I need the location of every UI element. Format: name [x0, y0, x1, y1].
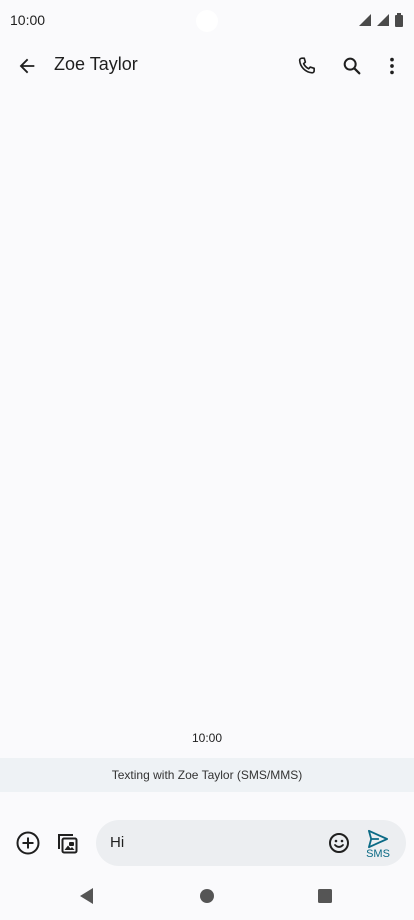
- texting-banner: Texting with Zoe Taylor (SMS/MMS): [0, 758, 414, 792]
- nav-back-icon: [80, 888, 93, 904]
- texting-banner-label: Texting with Zoe Taylor (SMS/MMS): [111, 768, 303, 782]
- emoji-button[interactable]: [319, 823, 359, 863]
- nav-back-button[interactable]: [78, 886, 96, 911]
- message-timestamp: 10:00: [191, 731, 223, 745]
- message-list[interactable]: [0, 92, 414, 758]
- nav-home-icon: [200, 889, 214, 903]
- call-button[interactable]: [287, 46, 327, 86]
- nav-recents-icon: [318, 889, 332, 903]
- phone-icon: [298, 57, 315, 74]
- system-nav-bar: [0, 876, 414, 920]
- gallery-icon: [58, 834, 78, 854]
- camera-cutout: [196, 10, 218, 32]
- nav-home-button[interactable]: [197, 886, 217, 911]
- add-circle-icon: [16, 831, 40, 855]
- send-button[interactable]: SMS: [358, 824, 398, 864]
- battery-icon: [395, 13, 403, 27]
- compose-bar: SMS: [0, 820, 414, 866]
- app-bar: Zoe Taylor: [0, 40, 414, 92]
- status-time: 10:00: [10, 12, 46, 28]
- send-icon: [367, 829, 388, 848]
- status-icons: [358, 13, 404, 27]
- add-attachment-button[interactable]: [8, 823, 48, 863]
- search-button[interactable]: [332, 46, 372, 86]
- signal-icon-2: [377, 14, 389, 26]
- search-icon: [343, 57, 361, 75]
- send-label: SMS: [366, 847, 390, 860]
- signal-icon: [359, 14, 371, 26]
- emoji-icon: [329, 833, 349, 853]
- nav-recents-button[interactable]: [315, 886, 335, 911]
- arrow-back-icon: [19, 58, 35, 74]
- gallery-button[interactable]: [47, 823, 87, 863]
- back-button[interactable]: [7, 46, 47, 86]
- more-options-button[interactable]: [372, 46, 412, 86]
- message-input-container: SMS: [96, 820, 406, 866]
- more-vert-icon: [390, 57, 394, 75]
- contact-name: Zoe Taylor: [54, 54, 138, 74]
- message-input[interactable]: [110, 834, 310, 851]
